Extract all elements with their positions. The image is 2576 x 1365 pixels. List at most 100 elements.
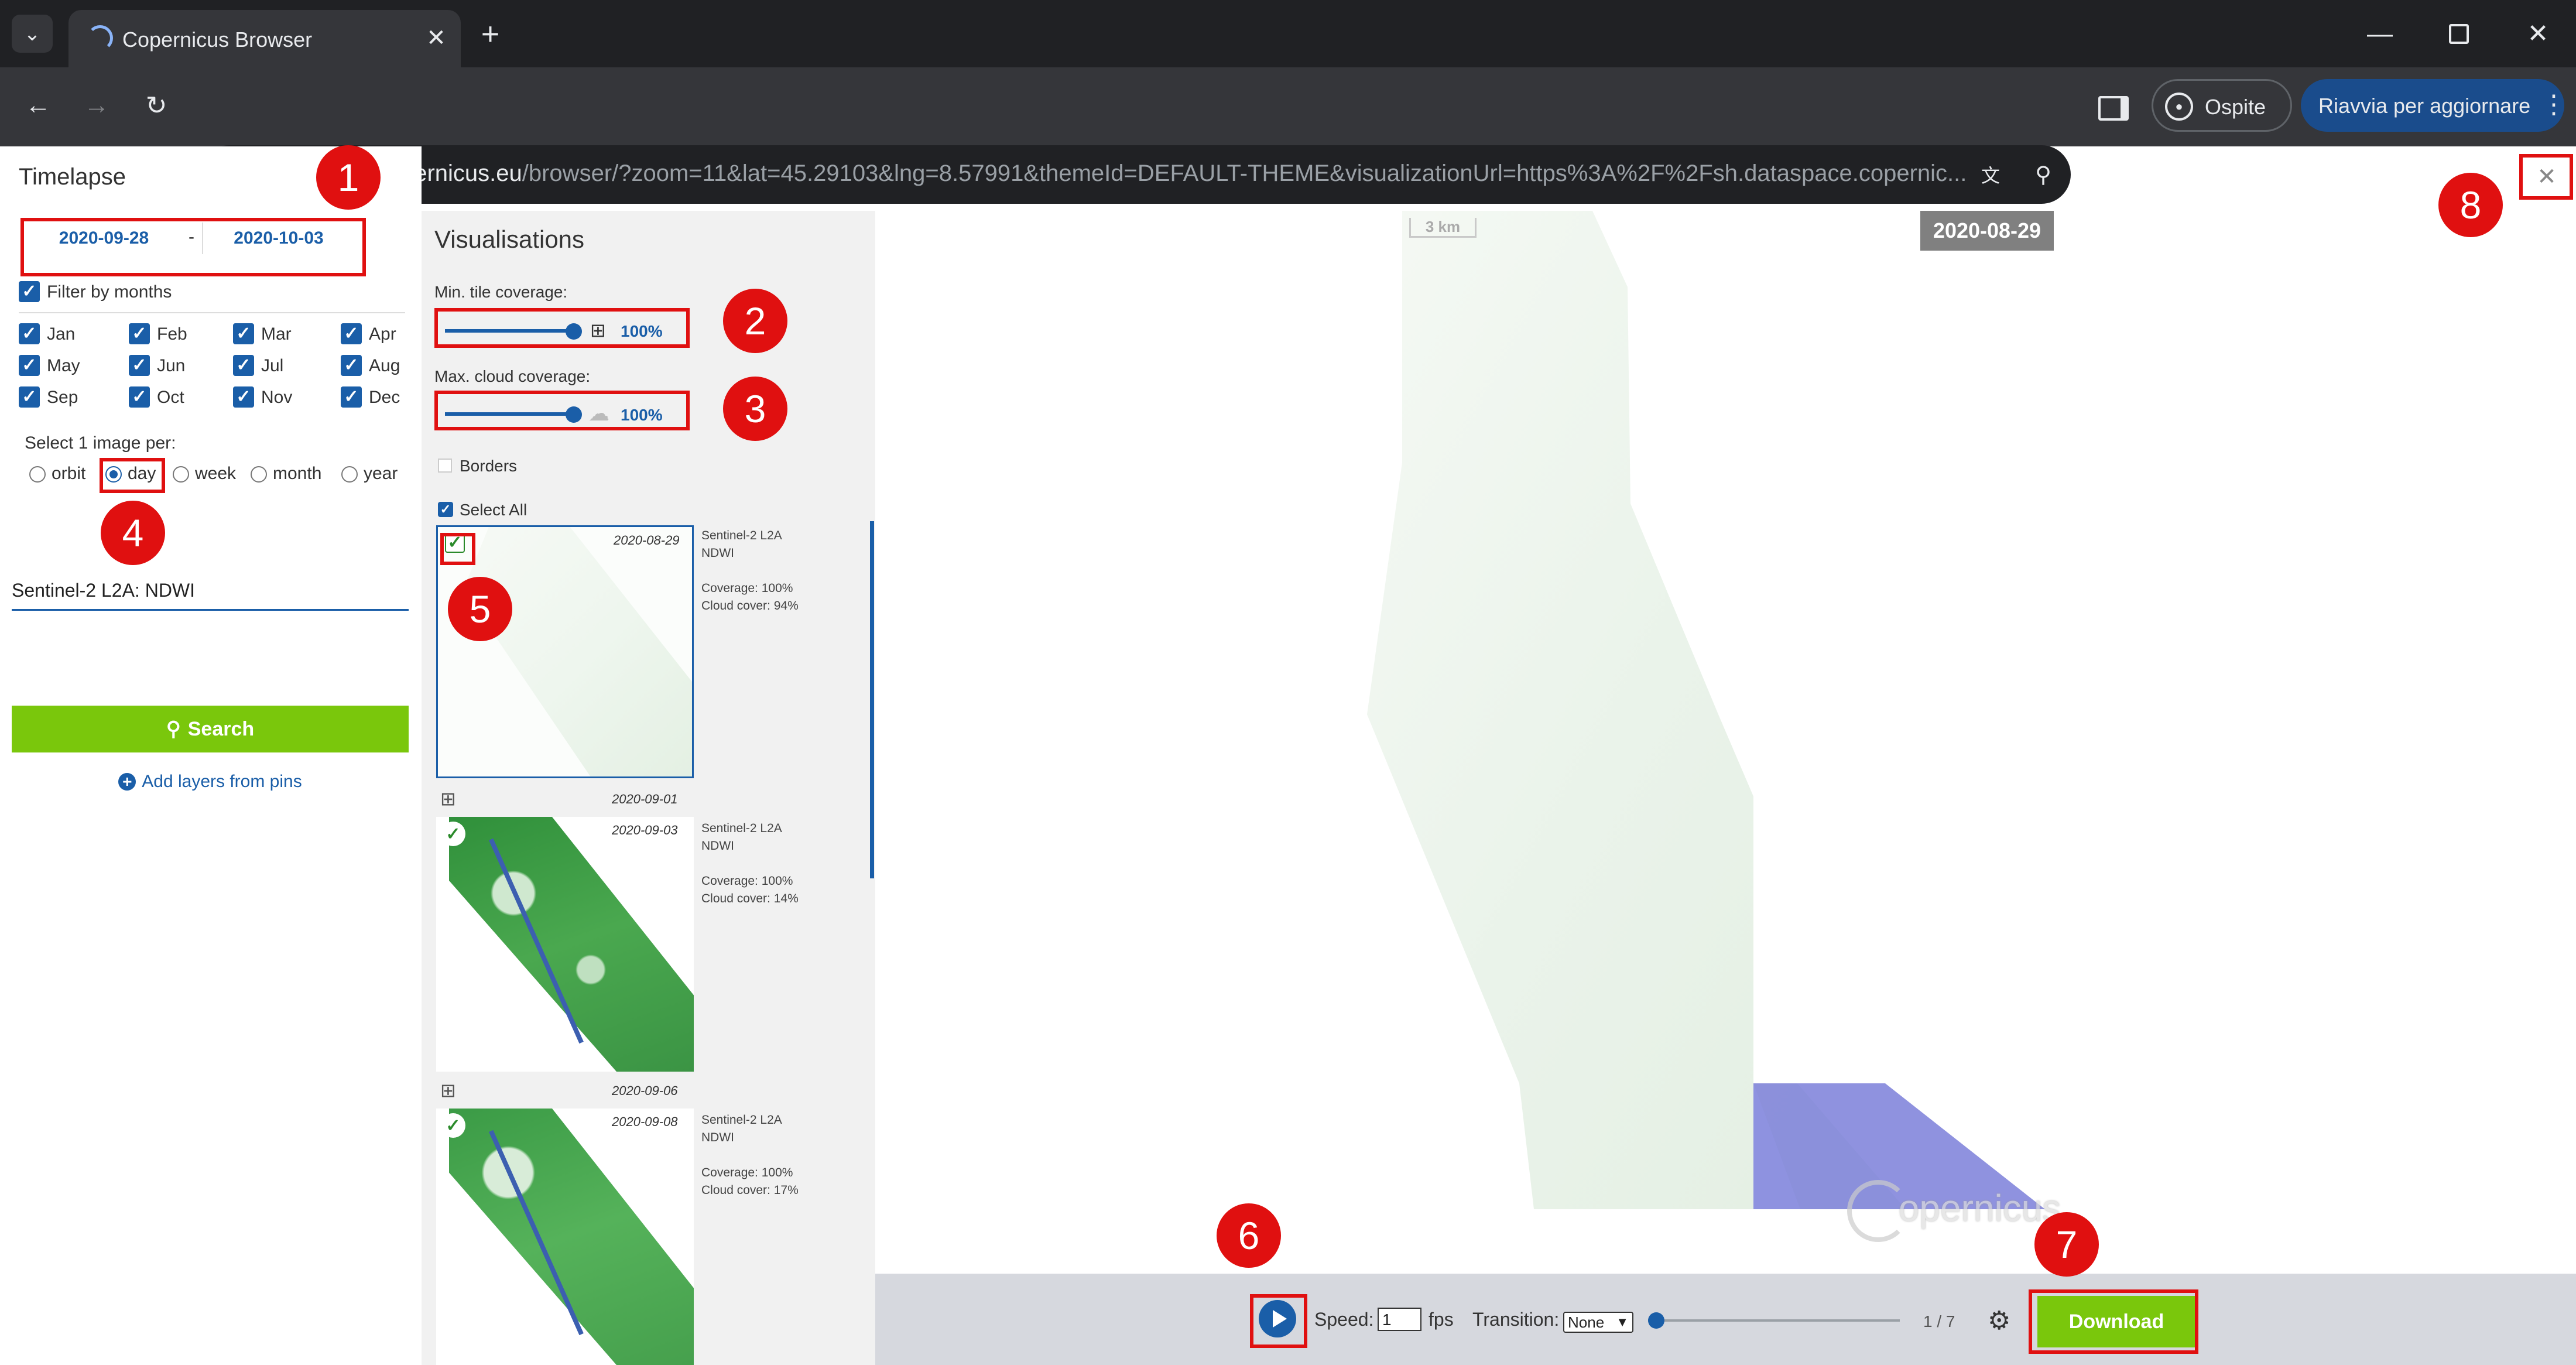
item-header-date: 2020-09-06 bbox=[612, 1083, 678, 1098]
side-panel-icon[interactable] bbox=[2093, 88, 2134, 129]
speed-input[interactable]: 1 bbox=[1378, 1308, 1421, 1331]
close-tab-icon[interactable]: ✕ bbox=[420, 22, 453, 54]
close-window-icon[interactable]: ✕ bbox=[2517, 15, 2558, 53]
filter-months-checkbox[interactable]: ✓ bbox=[19, 281, 40, 302]
tab-search-button[interactable]: ⌄ bbox=[12, 15, 53, 53]
item-info: Sentinel-2 L2A NDWI Coverage: 100% Cloud… bbox=[701, 820, 871, 908]
transition-select[interactable]: None ▼ bbox=[1563, 1312, 1633, 1333]
item-cloud: Cloud cover: 94% bbox=[701, 599, 799, 613]
month-label: Nov bbox=[261, 388, 293, 407]
month-checkbox-may[interactable]: ✓ bbox=[19, 355, 40, 376]
frame-slider[interactable] bbox=[1648, 1312, 1900, 1329]
month-checkbox-jul[interactable]: ✓ bbox=[233, 355, 254, 376]
annotation-badge: 7 bbox=[2034, 1212, 2099, 1277]
month-label: Sep bbox=[47, 388, 78, 407]
month-checkbox-aug[interactable]: ✓ bbox=[341, 355, 362, 376]
item-header-date: 2020-09-01 bbox=[612, 792, 678, 806]
month-checkbox-nov[interactable]: ✓ bbox=[233, 386, 254, 408]
month-checkbox-apr[interactable]: ✓ bbox=[341, 323, 362, 344]
annotation-badge: 6 bbox=[1217, 1203, 1281, 1268]
item-cloud: Cloud cover: 14% bbox=[701, 892, 799, 905]
minimize-icon[interactable]: — bbox=[2359, 15, 2400, 53]
browser-toolbar: ← → ↻ ⚙ dataspace.copernicus.eu/browser/… bbox=[0, 67, 2576, 204]
visualisation-item[interactable]: ✓ 2020-09-03 bbox=[436, 817, 694, 1072]
back-icon[interactable]: ← bbox=[18, 85, 59, 126]
month-checkbox-oct[interactable]: ✓ bbox=[129, 386, 150, 408]
annotation-badge: 2 bbox=[723, 289, 787, 353]
tile-grid-icon: ⊞ bbox=[440, 1080, 456, 1101]
translate-icon[interactable]: 文 bbox=[1974, 158, 2007, 191]
select-all-checkbox[interactable]: ✓ bbox=[438, 502, 453, 517]
update-button[interactable]: Riavvia per aggiornare ⋮ bbox=[2301, 79, 2567, 132]
zoom-icon[interactable]: ⚲ bbox=[2027, 158, 2060, 191]
item-date: 2020-09-08 bbox=[612, 1114, 678, 1129]
address-bar[interactable]: ⚙ dataspace.copernicus.eu/browser/?zoom=… bbox=[200, 145, 2071, 204]
plus-circle-icon: + bbox=[118, 773, 136, 791]
annotation-box-max-cloud bbox=[434, 391, 690, 430]
month-checkbox-dec[interactable]: ✓ bbox=[341, 386, 362, 408]
month-label: Jan bbox=[47, 324, 76, 344]
radio-label-month: month bbox=[273, 464, 322, 483]
item-checked-icon[interactable]: ✓ bbox=[441, 822, 465, 846]
transition-value: None bbox=[1568, 1313, 1605, 1331]
tile-grid-icon: ⊞ bbox=[440, 788, 456, 809]
radio-label-week: week bbox=[195, 464, 237, 483]
month-checkbox-feb[interactable]: ✓ bbox=[129, 323, 150, 344]
preview-date-label: 2020-08-29 bbox=[1920, 211, 2054, 251]
radio-month[interactable] bbox=[251, 466, 267, 483]
radio-year[interactable] bbox=[341, 466, 358, 483]
radio-label-year: year bbox=[364, 464, 398, 483]
month-label: May bbox=[47, 356, 80, 375]
month-checkbox-jun[interactable]: ✓ bbox=[129, 355, 150, 376]
speed-label: Speed: bbox=[1314, 1309, 1374, 1330]
item-layer: NDWI bbox=[701, 1131, 734, 1144]
annotation-box-play bbox=[1250, 1294, 1307, 1348]
browser-tab-bar: ⌄ Copernicus Browser ✕ + — ✕ bbox=[0, 0, 2576, 67]
annotation-badge: 5 bbox=[448, 577, 512, 641]
tab-copernicus-browser[interactable]: Copernicus Browser ✕ bbox=[68, 10, 461, 67]
month-label: Apr bbox=[369, 324, 396, 344]
tab-title: Copernicus Browser bbox=[122, 28, 313, 52]
month-checkbox-sep[interactable]: ✓ bbox=[19, 386, 40, 408]
search-button[interactable]: ⚲ Search bbox=[12, 706, 409, 752]
visualisation-item[interactable]: ✓ 2020-09-08 bbox=[436, 1109, 694, 1365]
restore-icon[interactable] bbox=[2438, 15, 2479, 53]
profile-icon: ● bbox=[2165, 93, 2193, 121]
select-per-label: Select 1 image per: bbox=[25, 433, 176, 453]
radio-orbit[interactable] bbox=[29, 466, 46, 483]
satellite-swath-image bbox=[1367, 211, 2045, 1209]
min-tile-label: Min. tile coverage: bbox=[434, 283, 568, 301]
annotation-box-close bbox=[2519, 154, 2573, 200]
player-bar: Speed: 1 fps Transition: None ▼ 1 / 7 ⚙ … bbox=[875, 1274, 2576, 1365]
item-date: 2020-09-03 bbox=[612, 823, 678, 837]
settings-gears-icon[interactable]: ⚙ bbox=[1988, 1306, 2010, 1336]
add-layers-link[interactable]: + Add layers from pins bbox=[12, 767, 409, 796]
guest-profile-button[interactable]: ● Ospite bbox=[2152, 79, 2292, 132]
annotation-box-item-check bbox=[440, 533, 475, 565]
item-date: 2020-08-29 bbox=[614, 533, 680, 548]
annotation-box-min-tile bbox=[434, 308, 690, 348]
forward-icon[interactable]: → bbox=[76, 85, 117, 126]
borders-checkbox[interactable] bbox=[438, 459, 452, 473]
item-info: Sentinel-2 L2A NDWI Coverage: 100% Cloud… bbox=[701, 527, 871, 615]
thumbnail-image bbox=[449, 817, 694, 1072]
item-coverage: Coverage: 100% bbox=[701, 581, 793, 595]
item-coverage: Coverage: 100% bbox=[701, 874, 793, 888]
radio-label-orbit: orbit bbox=[52, 464, 86, 483]
add-layers-label: Add layers from pins bbox=[142, 772, 302, 791]
menu-dots-icon[interactable]: ⋮ bbox=[2541, 90, 2567, 119]
frame-slider-thumb[interactable] bbox=[1648, 1312, 1664, 1329]
layer-name[interactable]: Sentinel-2 L2A: NDWI bbox=[12, 580, 195, 601]
frame-counter: 1 / 7 bbox=[1923, 1312, 1955, 1330]
reload-icon[interactable]: ↻ bbox=[136, 85, 177, 126]
month-checkbox-jan[interactable]: ✓ bbox=[19, 323, 40, 344]
month-label: Aug bbox=[369, 356, 400, 375]
swath-ndwi bbox=[1367, 211, 1906, 1209]
item-checked-icon[interactable]: ✓ bbox=[441, 1113, 465, 1138]
thumbnail-image bbox=[463, 527, 692, 776]
radio-week[interactable] bbox=[173, 466, 189, 483]
month-checkbox-mar[interactable]: ✓ bbox=[233, 323, 254, 344]
new-tab-icon[interactable]: + bbox=[471, 15, 509, 53]
month-label: Oct bbox=[157, 388, 184, 407]
item-source: Sentinel-2 L2A bbox=[701, 822, 782, 835]
